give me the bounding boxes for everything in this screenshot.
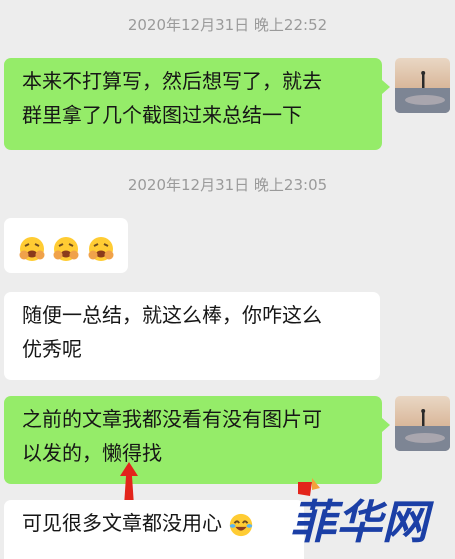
tired-face-emoji bbox=[19, 236, 45, 261]
message-text-line: 之前的文章我都没看有没有图片可 bbox=[22, 407, 322, 431]
message-text-line: 以发的，懒得找 bbox=[22, 441, 162, 465]
tired-face-emoji bbox=[53, 236, 79, 261]
bubble-tail bbox=[382, 418, 390, 432]
message-text-line: 群里拿了几个截图过来总结一下 bbox=[22, 103, 302, 127]
outgoing-message-bubble[interactable]: 本来不打算写，然后想写了，就去 群里拿了几个截图过来总结一下 bbox=[4, 58, 382, 150]
message-text-line: 本来不打算写，然后想写了，就去 bbox=[22, 69, 322, 93]
message-text: 可见很多文章都没用心 bbox=[22, 511, 222, 535]
incoming-message-bubble[interactable]: 随便一总结，就这么棒，你咋这么 优秀呢 bbox=[4, 292, 380, 380]
bubble-tail bbox=[382, 80, 390, 94]
timestamp: 2020年12月31日 晚上22:52 bbox=[127, 16, 328, 34]
message-text-line: 优秀呢 bbox=[22, 337, 82, 361]
incoming-message-bubble[interactable]: 可见很多文章都没用心 bbox=[4, 500, 304, 559]
timestamp: 2020年12月31日 晚上23:05 bbox=[127, 176, 328, 194]
avatar[interactable] bbox=[395, 58, 450, 113]
watermark-logo: 菲华网 bbox=[290, 478, 434, 549]
svg-text:菲华网: 菲华网 bbox=[290, 495, 434, 549]
message-text-line: 随便一总结，就这么棒，你咋这么 bbox=[22, 303, 322, 327]
incoming-message-bubble[interactable] bbox=[4, 218, 128, 273]
laughing-tears-emoji bbox=[230, 513, 253, 536]
avatar[interactable] bbox=[395, 396, 450, 451]
tired-face-emoji bbox=[88, 236, 114, 261]
